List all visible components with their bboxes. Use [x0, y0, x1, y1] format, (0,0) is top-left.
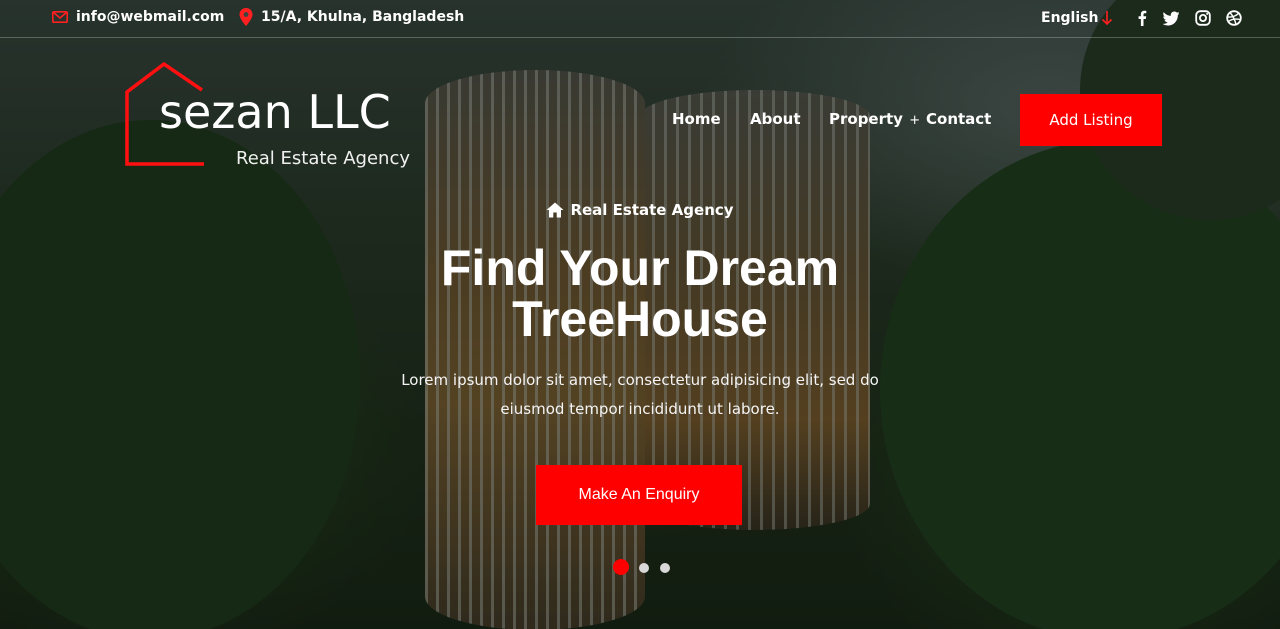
slide-dot-2[interactable] [639, 563, 649, 573]
home-icon [546, 202, 564, 218]
address-contact: 15/A, Khulna, Bangladesh [239, 8, 464, 26]
hero-kicker: Real Estate Agency [0, 201, 1280, 219]
twitter-icon[interactable] [1163, 10, 1179, 26]
nav-about[interactable]: About [750, 110, 801, 128]
hero-description: Lorem ipsum dolor sit amet, consectetur … [401, 371, 879, 418]
add-listing-button[interactable]: Add Listing [1020, 94, 1162, 146]
arrow-down-icon [1102, 11, 1113, 26]
hero-headline: Find Your Dream TreeHouse [390, 243, 890, 345]
language-label: English [1041, 10, 1099, 26]
dribbble-icon[interactable] [1226, 10, 1242, 26]
plus-icon: + [909, 113, 921, 128]
map-pin-icon [239, 8, 253, 26]
mail-icon [52, 11, 68, 23]
hero-headline-line2: TreeHouse [512, 291, 768, 347]
brand-tagline: Real Estate Agency [236, 148, 410, 169]
nav-home[interactable]: Home [672, 110, 721, 128]
nav-contact[interactable]: Contact [926, 110, 991, 128]
email-contact[interactable]: info@webmail.com [52, 9, 224, 25]
slide-dot-3[interactable] [660, 563, 670, 573]
top-bar: info@webmail.com 15/A, Khulna, Banglades… [0, 0, 1280, 38]
nav-property[interactable]: Property + [829, 110, 920, 128]
hero-headline-line1: Find Your Dream [440, 240, 840, 296]
hero-kicker-text: Real Estate Agency [570, 201, 734, 219]
email-text: info@webmail.com [76, 9, 225, 25]
facebook-icon[interactable] [1134, 10, 1150, 26]
language-selector[interactable]: English [1041, 10, 1113, 26]
address-text: 15/A, Khulna, Bangladesh [261, 9, 465, 25]
slide-dot-1[interactable] [613, 559, 629, 575]
instagram-icon[interactable] [1195, 10, 1211, 26]
make-enquiry-button[interactable]: Make An Enquiry [536, 465, 742, 525]
nav-property-label: Property [829, 110, 903, 128]
brand-logo[interactable]: sezan LLC Real Estate Agency [124, 62, 444, 174]
brand-name: sezan LLC [159, 85, 391, 139]
